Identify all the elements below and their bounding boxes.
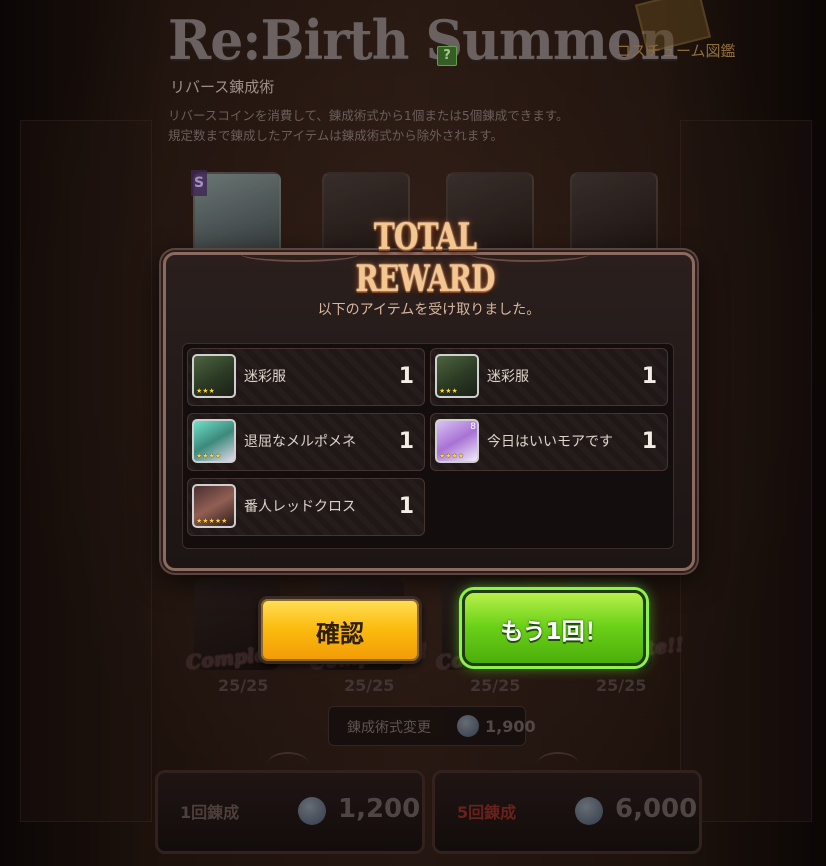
rarity-stars: ★★★ bbox=[439, 387, 458, 395]
confirm-button-label: 確認 bbox=[316, 620, 364, 648]
stage-badge: 8 bbox=[470, 422, 476, 432]
reward-item: ★★★★★ 番人レッドクロス 1 bbox=[187, 478, 425, 536]
reward-item: 8 ★★★★ 今日はいいモアです 1 bbox=[430, 413, 668, 471]
rarity-stars: ★★★★ bbox=[196, 452, 222, 460]
reward-item: ★★★ 迷彩服 1 bbox=[430, 348, 668, 406]
character-moa-icon: 8 ★★★★ bbox=[435, 419, 479, 463]
character-redcross-icon: ★★★★★ bbox=[192, 484, 236, 528]
reward-item-quantity: 1 bbox=[641, 429, 657, 454]
confirm-button[interactable]: 確認 bbox=[258, 596, 422, 664]
reward-item-name: 退屈なメルポメネ bbox=[244, 433, 356, 450]
rarity-stars: ★★★★ bbox=[439, 452, 465, 460]
character-melpomene-icon: ★★★★ bbox=[192, 419, 236, 463]
summon-again-label: もう1回！ bbox=[500, 619, 608, 645]
reward-item-name: 今日はいいモアです bbox=[487, 433, 613, 450]
rarity-stars: ★★★ bbox=[196, 387, 215, 395]
rarity-stars: ★★★★★ bbox=[196, 517, 228, 525]
camo-outfit-icon: ★★★ bbox=[435, 354, 479, 398]
reward-list: ★★★ 迷彩服 1 ★★★ 迷彩服 1 ★★★★ 退屈なメルポメネ 1 8 ★★… bbox=[182, 343, 674, 549]
reward-item-quantity: 1 bbox=[398, 429, 414, 454]
reward-item: ★★★★ 退屈なメルポメネ 1 bbox=[187, 413, 425, 471]
reward-item-quantity: 1 bbox=[398, 494, 414, 519]
reward-item-name: 迷彩服 bbox=[487, 368, 529, 385]
reward-item-name: 迷彩服 bbox=[244, 368, 286, 385]
reward-item: ★★★ 迷彩服 1 bbox=[187, 348, 425, 406]
summon-again-button[interactable]: もう1回！ bbox=[462, 590, 646, 666]
reward-message: 以下のアイテムを受け取りました。 bbox=[317, 302, 541, 318]
reward-item-quantity: 1 bbox=[398, 364, 414, 389]
camo-outfit-icon: ★★★ bbox=[192, 354, 236, 398]
modal-title-banner: TOTAL REWARD bbox=[300, 212, 550, 300]
reward-item-quantity: 1 bbox=[641, 364, 657, 389]
reward-item-name: 番人レッドクロス bbox=[244, 498, 356, 515]
modal-title: TOTAL REWARD bbox=[355, 216, 495, 300]
